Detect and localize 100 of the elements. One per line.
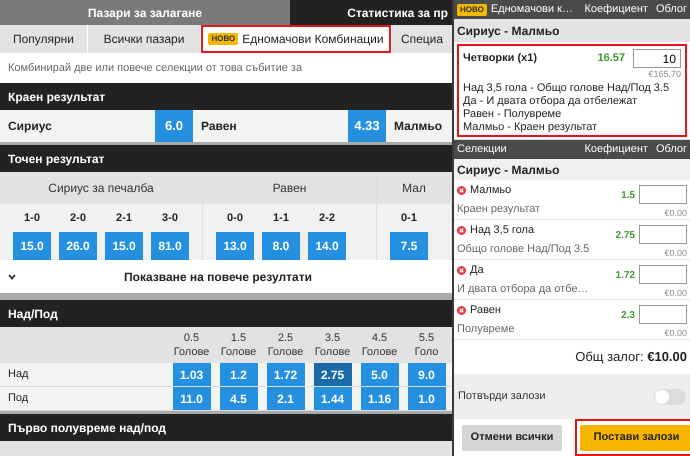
combo-name: Четворки (x1): [463, 51, 538, 66]
combo-leg: Равен - Полувреме: [463, 108, 562, 120]
remove-icon[interactable]: [457, 186, 466, 195]
odds-button[interactable]: 9.0: [408, 363, 446, 386]
selection-name: Над 3,5 гола: [470, 223, 534, 238]
potential-return: €0.00: [664, 327, 687, 340]
section-header[interactable]: Краен результат: [0, 83, 452, 110]
section-header[interactable]: Над/Под: [0, 300, 452, 327]
confirm-label: Потвърди залози: [458, 389, 547, 404]
chevron-down-icon: [8, 274, 16, 280]
odds-button[interactable]: 11.0: [172, 387, 210, 410]
odds-button[interactable]: 1.44: [314, 387, 352, 410]
section-header[interactable]: Първо полувреме над/под: [0, 414, 452, 441]
combo-leg: Да - И двата отбора да отбележат: [463, 94, 638, 108]
combo-leg: Малмьо - Краен результат: [463, 120, 598, 134]
unit-label: Голове: [174, 345, 210, 359]
odds-button[interactable]: 1.16: [360, 387, 398, 410]
odds-button[interactable]: 4.33: [348, 110, 386, 142]
event-name: Сириус - Малмьо: [457, 162, 560, 178]
line-label: 5.5: [418, 331, 434, 345]
row-label: Под: [7, 391, 30, 406]
slip-title: Едномачови к…: [490, 2, 574, 18]
team-name: Малмьо: [393, 118, 444, 135]
potential-return: €165.70: [648, 68, 681, 81]
odds-button[interactable]: 7.5: [390, 232, 428, 260]
score-label: 3-0: [162, 210, 178, 226]
score-label: 1-0: [24, 210, 40, 226]
combo-leg: Над 3,5 гола - Общо голове Над/Под 3.5: [463, 82, 670, 94]
line-label: 3.5: [324, 331, 340, 345]
stake-input[interactable]: [639, 225, 687, 244]
show-more-button[interactable]: Показване на повече резултати: [0, 260, 452, 293]
top-tab[interactable]: Статистика за пр: [290, 0, 452, 25]
total-stake: Общ залог: €10.00: [575, 348, 687, 366]
remove-icon[interactable]: [457, 226, 466, 235]
selection-name: Малмьо: [470, 183, 512, 198]
odds-button[interactable]: 14.0: [308, 232, 346, 260]
odds-button[interactable]: 1.0: [408, 387, 446, 410]
selection-name: Да: [470, 263, 484, 278]
remove-icon[interactable]: [457, 306, 466, 315]
score-label: 2-1: [116, 210, 132, 226]
stake-input[interactable]: [639, 305, 687, 324]
cancel-all-button[interactable]: Отмени всички: [462, 424, 562, 451]
score-label: 1-1: [273, 210, 289, 226]
place-bets-button[interactable]: Постави залози: [580, 424, 690, 451]
combo-odds: 16.57: [597, 51, 625, 66]
team-name: Сириус: [7, 118, 53, 135]
odds-button[interactable]: 2.1: [266, 387, 304, 410]
new-badge: НОВО: [457, 4, 487, 16]
stake-input[interactable]: [639, 265, 687, 284]
market-name: Полувреме: [457, 322, 516, 336]
odds-button[interactable]: 4.5: [220, 387, 258, 410]
score-label: 2-2: [319, 210, 335, 226]
score-label: 2-0: [70, 210, 86, 226]
odds-button[interactable]: 1.72: [266, 363, 304, 386]
column-label: Облог: [654, 2, 687, 18]
group-label: Равен: [272, 180, 306, 197]
line-label: 1.5: [230, 331, 246, 345]
odds-button[interactable]: 26.0: [59, 232, 97, 260]
odds-button[interactable]: 2.75: [314, 363, 352, 386]
stake-input[interactable]: 10: [633, 49, 681, 68]
score-label: 0-0: [227, 210, 243, 226]
market-tab[interactable]: Специа: [392, 25, 452, 53]
top-tab[interactable]: Пазари за залагане: [0, 0, 290, 25]
selection-odds: 1.72: [614, 269, 636, 283]
remove-icon[interactable]: [457, 266, 466, 275]
odds-button[interactable]: 6.0: [155, 110, 193, 142]
selection-name: Равен: [470, 303, 502, 318]
toggle-switch[interactable]: [654, 388, 686, 404]
market-tab[interactable]: НОВО Едномачови Комбинации: [201, 25, 391, 53]
selection-odds: 2.3: [620, 309, 636, 323]
description-text: Комбинирай две или повече селекции от това събитие за: [8, 60, 302, 76]
group-label: Сириус за печалба: [48, 180, 154, 197]
unit-label: Голове: [220, 345, 256, 359]
column-label: Коефициент: [584, 142, 648, 158]
row-label: Над: [7, 367, 30, 382]
odds-button[interactable]: 15.0: [105, 232, 143, 260]
line-label: 0.5: [184, 331, 200, 345]
market-name: И двата отбора да отбе…: [457, 282, 590, 296]
market-name: Краен результат: [457, 202, 542, 216]
tab-label: Едномачови Комбинации: [242, 31, 384, 48]
odds-button[interactable]: 1.03: [172, 363, 210, 386]
line-label: 2.5: [278, 331, 294, 345]
team-name: Равен: [200, 118, 238, 135]
event-name: Сириус - Малмьо: [457, 22, 560, 40]
tab-label: Популярни: [12, 31, 74, 48]
potential-return: €0.00: [664, 287, 687, 300]
odds-button[interactable]: 5.0: [360, 363, 398, 386]
selection-odds: 2.75: [614, 229, 636, 243]
market-tab[interactable]: Всички пазари: [88, 25, 200, 53]
group-label: Мал: [402, 180, 426, 197]
odds-button[interactable]: 15.0: [13, 232, 51, 260]
market-tab[interactable]: Популярни: [0, 25, 87, 53]
unit-label: Голове: [362, 345, 398, 359]
odds-button[interactable]: 81.0: [151, 232, 189, 260]
stake-input[interactable]: [639, 185, 687, 204]
section-header[interactable]: Точен результат: [0, 145, 452, 172]
new-badge: НОВО: [208, 33, 238, 45]
odds-button[interactable]: 8.0: [262, 232, 300, 260]
odds-button[interactable]: 1.2: [220, 363, 258, 386]
odds-button[interactable]: 13.0: [216, 232, 254, 260]
